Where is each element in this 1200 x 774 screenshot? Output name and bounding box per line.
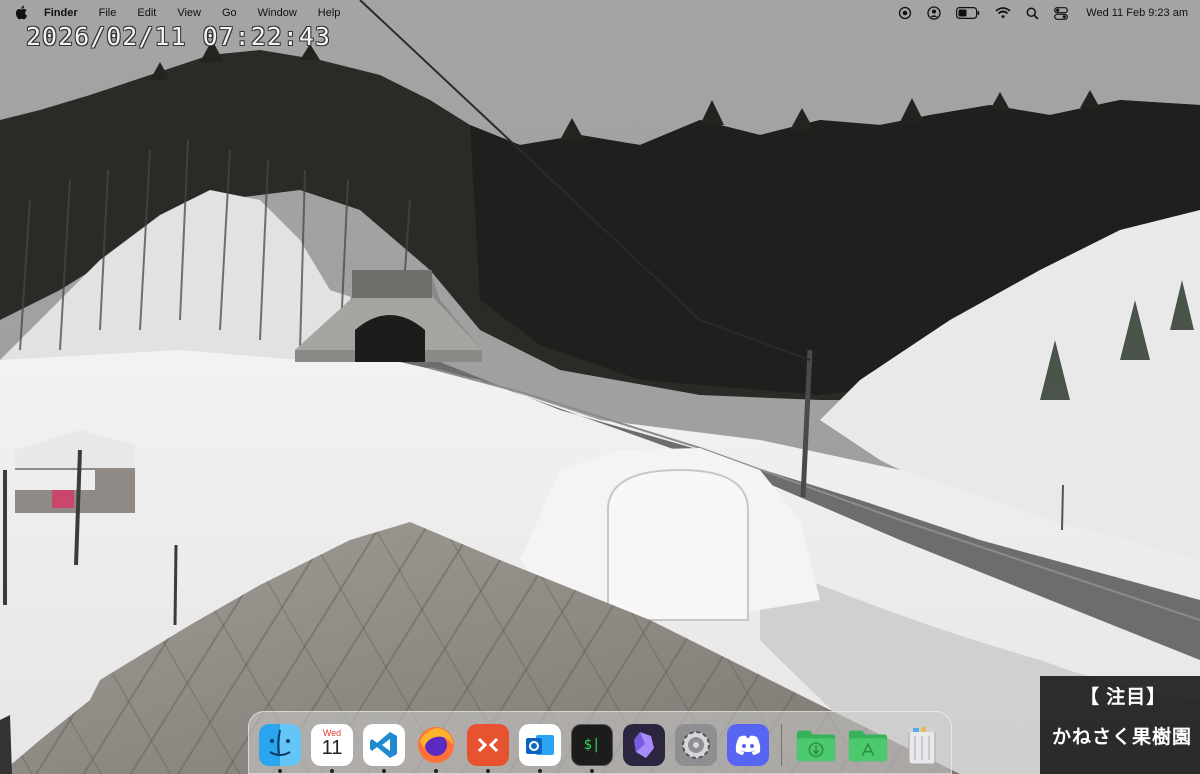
- terminal-icon[interactable]: $|: [571, 724, 613, 766]
- applications-folder-icon[interactable]: [847, 724, 889, 766]
- downloads-folder-icon[interactable]: [795, 724, 837, 766]
- terminal-running-indicator: [590, 769, 594, 773]
- calendar-day: 11: [321, 737, 343, 759]
- webcam-caption-box: 【 注目】 かねさく果樹園: [1040, 676, 1200, 774]
- menu-file[interactable]: File: [99, 7, 117, 19]
- firefox-icon[interactable]: [415, 724, 457, 766]
- terminal-glyph: $|: [583, 737, 601, 753]
- spotlight-search-icon[interactable]: [1026, 7, 1039, 20]
- calendar-running-indicator: [330, 769, 334, 773]
- apple-logo-icon[interactable]: [14, 5, 28, 20]
- caption-attention-label: 【 注目】: [1080, 687, 1167, 708]
- dock: Wed 11 $|: [248, 711, 952, 774]
- menu-edit[interactable]: Edit: [137, 7, 156, 19]
- obsidian-icon[interactable]: [623, 724, 665, 766]
- menu-window[interactable]: Window: [258, 7, 297, 19]
- finder-running-indicator: [278, 769, 282, 773]
- menu-app-finder[interactable]: Finder: [44, 7, 78, 19]
- caption-orchard-name: かねさく果樹園: [1052, 727, 1193, 748]
- vscode-running-indicator: [382, 769, 386, 773]
- gear-icon[interactable]: [675, 724, 717, 766]
- dock-separator: [781, 724, 782, 766]
- outlook-running-indicator: [538, 769, 542, 773]
- firefox-running-indicator: [434, 769, 438, 773]
- trash-icon[interactable]: [901, 724, 943, 766]
- wifi-icon[interactable]: [995, 7, 1011, 19]
- webcam-timestamp: 2026/02/11 07:22:43: [26, 22, 331, 51]
- discord-icon[interactable]: [727, 724, 769, 766]
- vscode-icon[interactable]: [363, 724, 405, 766]
- finder-icon[interactable]: [259, 724, 301, 766]
- user-account-icon[interactable]: [927, 6, 941, 20]
- menu-view[interactable]: View: [177, 7, 201, 19]
- desktop-wallpaper: 2026/02/11 07:22:43 【 注目】 かねさく果樹園: [0, 0, 1200, 774]
- battery-icon[interactable]: [956, 7, 980, 19]
- calendar-icon[interactable]: Wed 11: [311, 724, 353, 766]
- screen-record-icon[interactable]: [898, 6, 912, 20]
- remote-desktop-icon[interactable]: [467, 724, 509, 766]
- remote-desktop-running-indicator: [486, 769, 490, 773]
- menu-go[interactable]: Go: [222, 7, 237, 19]
- menubar-clock[interactable]: Wed 11 Feb 9:23 am: [1086, 7, 1188, 19]
- snowy-tunnel-webcam-image: [0, 0, 1200, 774]
- control-center-icon[interactable]: [1054, 6, 1069, 20]
- outlook-icon[interactable]: [519, 724, 561, 766]
- menu-help[interactable]: Help: [318, 7, 341, 19]
- menu-bar: Finder File Edit View Go Window Help Wed…: [0, 0, 1200, 26]
